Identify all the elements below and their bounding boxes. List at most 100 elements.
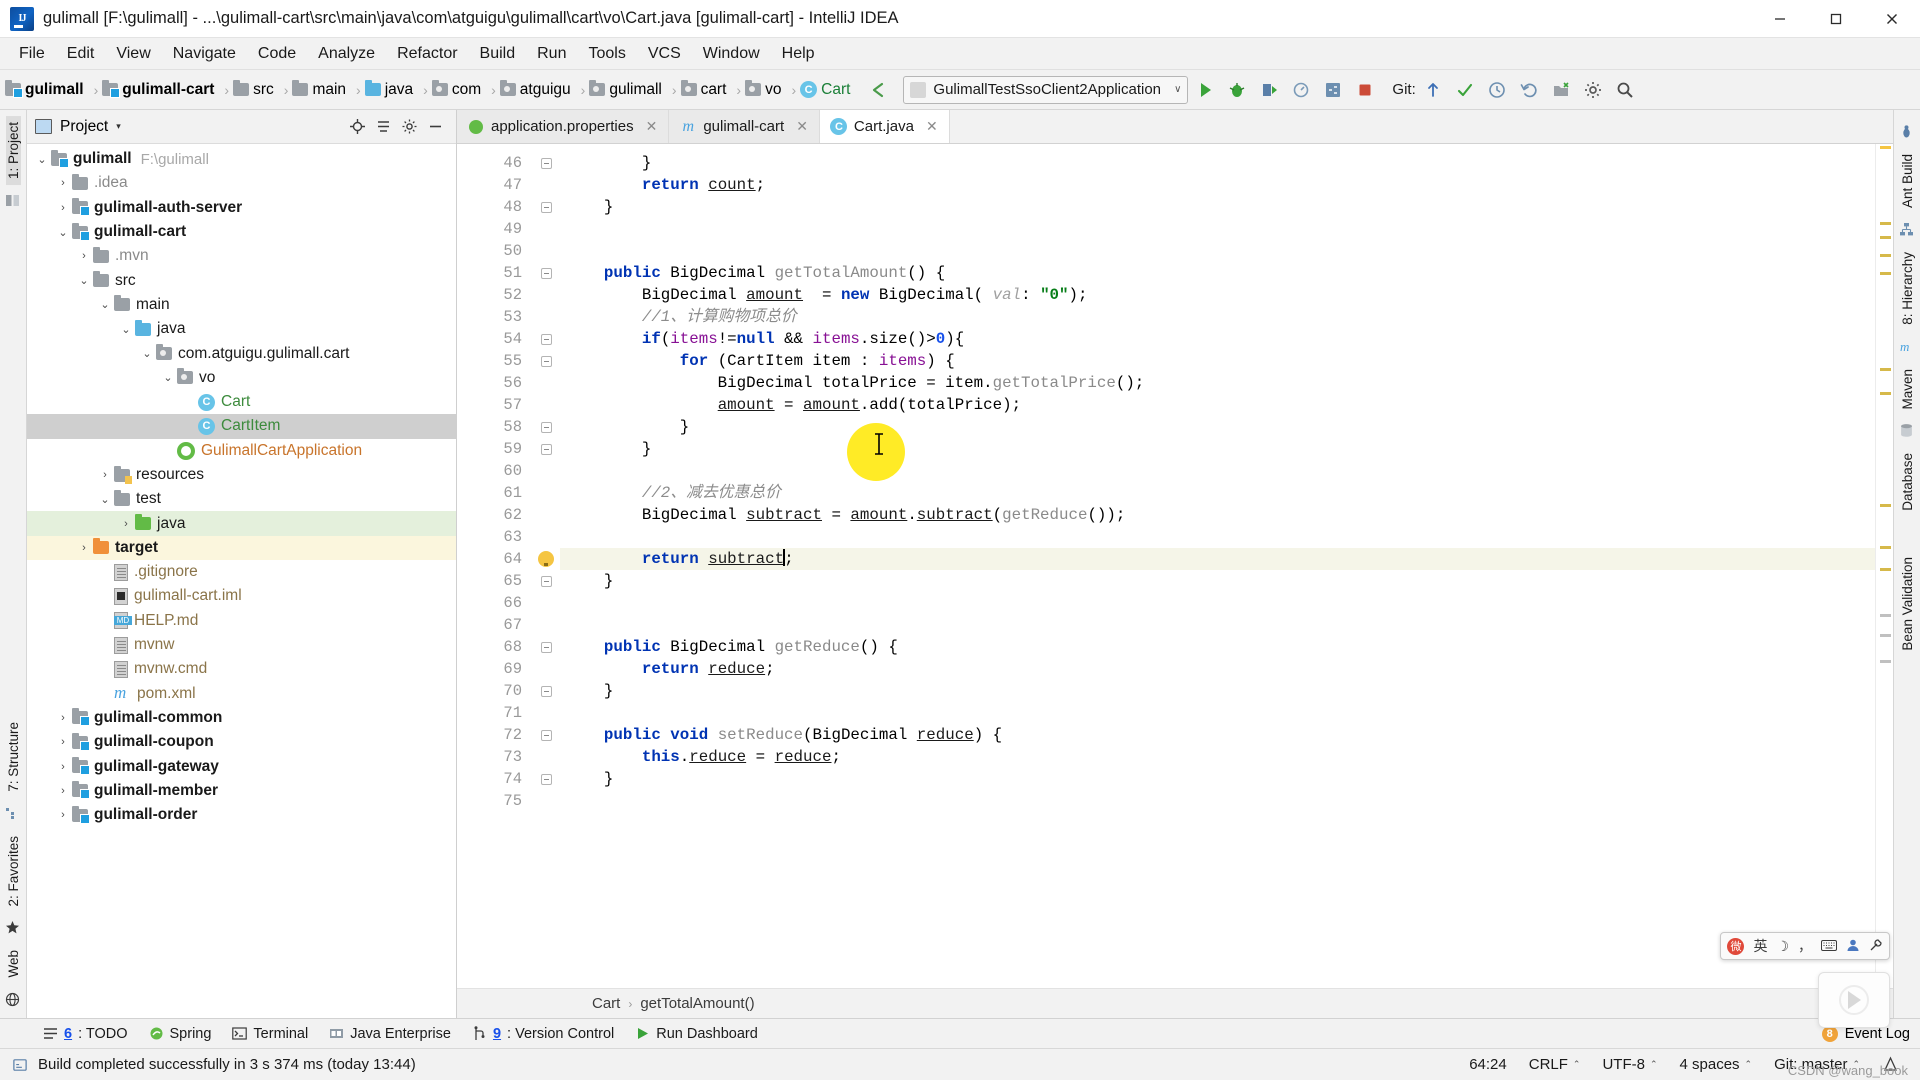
editor-tab-application-properties[interactable]: application.properties ✕ [457,110,670,143]
fold-toggle-icon[interactable] [540,267,552,279]
tree-item-cart[interactable]: C Cart [27,390,456,414]
rail-item-maven[interactable]: Maven [1900,363,1915,416]
menu-navigate[interactable]: Navigate [162,41,247,67]
breadcrumb-item-cart[interactable]: › cart [665,70,730,109]
tree-item-gulimall-auth-server[interactable]: › gulimall-auth-server [27,196,456,220]
close-tab-icon[interactable]: ✕ [646,118,658,135]
chevron-down-icon[interactable]: ⌄ [117,323,135,336]
fold-marker[interactable] [532,680,560,702]
toolwindow-todo[interactable]: 6: TODO [34,1024,137,1044]
fold-toggle-icon[interactable] [540,421,552,433]
toolwindow-java-enterprise[interactable]: Java Enterprise [320,1024,460,1044]
ime-mode-label[interactable]: 英 [1753,936,1767,956]
chevron-down-icon[interactable]: ⌄ [54,226,72,239]
code-line[interactable]: return reduce; [560,658,1875,680]
floating-video-widget[interactable] [1818,972,1890,1028]
rail-item-structure[interactable]: 7: Structure [6,716,21,798]
database-icon[interactable] [1899,423,1915,439]
close-button[interactable] [1864,0,1920,38]
git-update-icon[interactable] [1418,75,1448,105]
fold-marker[interactable] [532,636,560,658]
fold-toggle-icon[interactable] [540,355,552,367]
breadcrumb-item-src[interactable]: › src [217,70,276,109]
scroll-from-source-icon[interactable] [344,114,370,140]
code-line[interactable]: public void setReduce(BigDecimal reduce)… [560,724,1875,746]
code-line[interactable]: for (CartItem item : items) { [560,350,1875,372]
tree-item-pom.xml[interactable]: m pom.xml [27,682,456,706]
star-icon[interactable] [5,920,21,936]
breadcrumb-item-cart[interactable]: › C Cart [784,70,853,109]
collapse-all-icon[interactable] [370,114,396,140]
code-line[interactable]: public BigDecimal getTotalAmount() { [560,262,1875,284]
tree-item-cartitem[interactable]: C CartItem [27,414,456,439]
caret-position[interactable]: 64:24 [1458,1056,1518,1073]
back-arrow-icon[interactable] [863,75,893,105]
menu-window[interactable]: Window [692,41,771,67]
tree-item-gulimall-order[interactable]: › gulimall-order [27,803,456,827]
profiler-icon[interactable] [1286,75,1316,105]
chevron-right-icon[interactable]: › [75,542,93,554]
chevron-right-icon[interactable]: › [54,785,72,797]
chevron-down-icon[interactable]: ⌄ [96,493,114,506]
tree-item-main[interactable]: ⌄ main [27,293,456,317]
toolwindow-run-dashboard[interactable]: Run Dashboard [626,1024,767,1044]
indent-setting[interactable]: 4 spaces ⌃ [1669,1056,1764,1073]
rail-item-bean-validation[interactable]: Bean Validation [1900,551,1915,657]
menu-analyze[interactable]: Analyze [307,41,386,67]
code-line[interactable]: //2、减去优惠总价 [560,482,1875,504]
ime-toolbar[interactable]: 微 英 ☽ ， [1720,932,1890,960]
tree-item-com.atguigu.gulimall.cart[interactable]: ⌄ com.atguigu.gulimall.cart [27,341,456,365]
minimize-button[interactable] [1752,0,1808,38]
run-icon[interactable] [1190,75,1220,105]
rail-item-project[interactable]: 1: Project [5,116,21,186]
hierarchy-icon[interactable] [1899,222,1915,238]
fold-toggle-icon[interactable] [540,685,552,697]
fold-marker[interactable] [532,570,560,592]
menu-code[interactable]: Code [247,41,307,67]
code-line[interactable] [560,240,1875,262]
maximize-button[interactable] [1808,0,1864,38]
fold-marker[interactable] [532,724,560,746]
debug-icon[interactable] [1222,75,1252,105]
code-line[interactable]: BigDecimal amount = new BigDecimal( val:… [560,284,1875,306]
editor-tab-cart-java[interactable]: C Cart.java ✕ [819,110,950,143]
fold-marker[interactable] [532,548,560,570]
menu-file[interactable]: File [8,41,56,67]
line-separator[interactable]: CRLF ⌃ [1518,1056,1592,1073]
tools-icon[interactable] [1869,938,1883,955]
tree-item-vo[interactable]: ⌄ vo [27,366,456,390]
chevron-right-icon[interactable]: › [75,250,93,262]
menu-tools[interactable]: Tools [577,41,636,67]
chevron-right-icon[interactable]: › [117,518,135,530]
breadcrumb-item-gulimall[interactable]: gulimall [2,70,87,109]
tree-item-.gitignore[interactable]: .gitignore [27,560,456,584]
close-tab-icon[interactable]: ✕ [796,118,808,135]
code-line[interactable] [560,790,1875,812]
menu-help[interactable]: Help [771,41,826,67]
user-icon[interactable] [1846,938,1860,955]
fold-marker[interactable] [532,350,560,372]
breadcrumb-item-gulimall[interactable]: › gulimall [574,70,665,109]
code-line[interactable]: } [560,416,1875,438]
fold-toggle-icon[interactable] [540,773,552,785]
menu-view[interactable]: View [105,41,161,67]
menu-build[interactable]: Build [469,41,527,67]
fold-toggle-icon[interactable] [540,729,552,741]
tree-item-resources[interactable]: › resources [27,463,456,487]
tree-item-help.md[interactable]: HELP.md [27,609,456,633]
fold-toggle-icon[interactable] [540,333,552,345]
tree-item-gulimall[interactable]: ⌄ gulimall F:\gulimall [27,147,456,171]
fold-toggle-icon[interactable] [540,201,552,213]
chevron-down-icon[interactable]: ⌄ [159,371,177,384]
code-line[interactable]: } [560,196,1875,218]
menu-run[interactable]: Run [526,41,577,67]
chevron-right-icon[interactable]: › [54,809,72,821]
chevron-right-icon[interactable]: › [54,712,72,724]
code-line[interactable]: } [560,680,1875,702]
tree-item-test[interactable]: ⌄ test [27,487,456,511]
chevron-right-icon[interactable]: › [54,202,72,214]
breadcrumb-item-vo[interactable]: › vo [729,70,784,109]
editor-marker-bar[interactable] [1875,144,1893,988]
code-line[interactable]: } [560,570,1875,592]
moon-icon[interactable]: ☽ [1776,938,1789,955]
